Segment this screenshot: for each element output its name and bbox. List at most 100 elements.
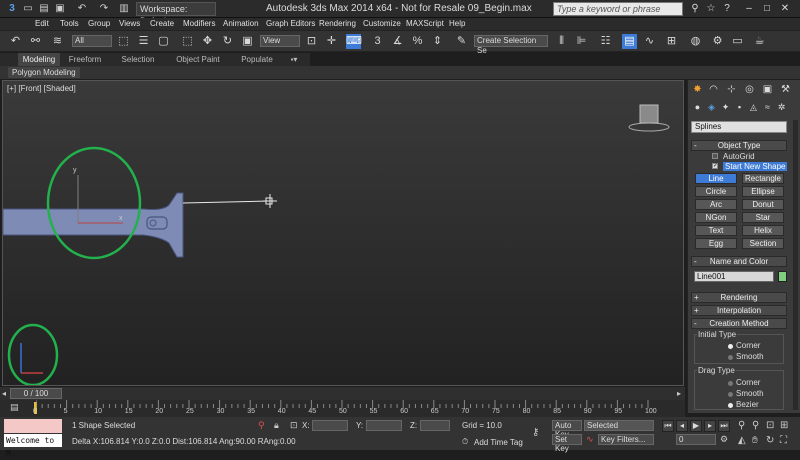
- menu-rendering[interactable]: Rendering: [319, 18, 356, 30]
- interpolation-rollout[interactable]: + Interpolation: [691, 305, 787, 316]
- helpers-icon[interactable]: ◬: [748, 102, 759, 113]
- zoom-extents-all-icon[interactable]: ⊞: [780, 420, 788, 431]
- line-button[interactable]: Line: [695, 173, 737, 184]
- graphite-tools-icon[interactable]: ▤: [622, 34, 637, 49]
- absolute-relative-toggle-icon[interactable]: ⊡: [290, 420, 298, 431]
- time-slider-next-icon[interactable]: ▸: [677, 389, 681, 398]
- previous-frame-icon[interactable]: ◂: [676, 420, 688, 432]
- create-tab-icon[interactable]: ✸: [691, 83, 704, 96]
- z-coordinate-field[interactable]: [420, 420, 450, 431]
- redo-icon[interactable]: ↷: [98, 3, 110, 15]
- command-panel-scrollbar[interactable]: [793, 120, 798, 410]
- track-bar[interactable]: ▤ 0 5 10 15 20 25 30 35 40 45 50 55 60 65 70 75 80 85 90 95…: [0, 400, 685, 417]
- menu-graph-editors[interactable]: Graph Editors: [266, 18, 315, 30]
- motion-tab-icon[interactable]: ◎: [743, 83, 756, 96]
- ellipse-button[interactable]: Ellipse: [742, 186, 784, 197]
- minimize-button[interactable]: –: [742, 2, 756, 15]
- key-filters-button[interactable]: Key Filters...: [598, 434, 654, 445]
- select-object-icon[interactable]: ⬚: [116, 34, 131, 49]
- close-button[interactable]: ✕: [778, 2, 792, 15]
- drag-corner-radio[interactable]: [728, 381, 733, 386]
- cameras-icon[interactable]: ▪: [734, 102, 745, 113]
- select-and-link-icon[interactable]: ⚯: [28, 34, 43, 49]
- set-key-button[interactable]: Set Key: [552, 434, 582, 453]
- time-slider-thumb[interactable]: 0 / 100: [10, 388, 62, 399]
- open-file-icon[interactable]: ▤: [38, 3, 50, 15]
- polygon-modeling-button[interactable]: Polygon Modeling: [8, 67, 80, 78]
- menu-maxscript[interactable]: MAXScript: [406, 18, 444, 30]
- menu-customize[interactable]: Customize: [363, 18, 401, 30]
- modify-tab-icon[interactable]: ◠: [707, 83, 720, 96]
- donut-button[interactable]: Donut: [742, 199, 784, 210]
- menu-views[interactable]: Views: [119, 18, 140, 30]
- mini-curve-editor-icon[interactable]: ▤: [10, 402, 19, 413]
- ribbon-options-icon[interactable]: ▪▾: [286, 53, 302, 66]
- initial-corner-radio[interactable]: [728, 344, 733, 349]
- save-file-icon[interactable]: ▣: [54, 3, 66, 15]
- star-button[interactable]: Star: [742, 212, 784, 223]
- play-icon[interactable]: ▶: [690, 420, 702, 432]
- text-button[interactable]: Text: [695, 225, 737, 236]
- menu-create[interactable]: Create: [150, 18, 174, 30]
- select-and-scale-icon[interactable]: ▣: [240, 34, 255, 49]
- selection-lock-icon[interactable]: 🔒︎: [274, 420, 279, 431]
- favorites-star-icon[interactable]: ☆: [704, 2, 718, 15]
- auto-key-button[interactable]: Auto Key: [552, 420, 582, 439]
- next-frame-icon[interactable]: ▸: [704, 420, 716, 432]
- geometry-icon[interactable]: ●: [692, 102, 703, 113]
- circle-button[interactable]: Circle: [695, 186, 737, 197]
- material-editor-icon[interactable]: ◍: [688, 34, 703, 49]
- maxscript-mini-listener-top[interactable]: [4, 419, 62, 433]
- spinner-snap-icon[interactable]: ⇕: [430, 34, 445, 49]
- current-frame-field[interactable]: 0: [676, 434, 716, 445]
- app-logo-icon[interactable]: 3: [6, 3, 18, 15]
- section-button[interactable]: Section: [742, 238, 784, 249]
- hierarchy-tab-icon[interactable]: ⊹: [725, 83, 738, 96]
- menu-edit[interactable]: Edit: [35, 18, 49, 30]
- helix-button[interactable]: Helix: [742, 225, 784, 236]
- menu-animation[interactable]: Animation: [223, 18, 259, 30]
- pan-view-icon[interactable]: ✋︎: [752, 435, 758, 446]
- keyboard-shortcut-override-icon[interactable]: ⌨: [346, 34, 362, 49]
- maxscript-mini-listener[interactable]: Welcome to M.: [4, 434, 62, 458]
- curve-editor-icon[interactable]: ∿: [642, 34, 657, 49]
- creation-method-rollout[interactable]: - Creation Method: [691, 318, 787, 329]
- menu-group[interactable]: Group: [88, 18, 110, 30]
- project-folder-icon[interactable]: ▥: [118, 3, 130, 15]
- maximize-viewport-icon[interactable]: ⛶: [780, 435, 787, 446]
- tab-modeling[interactable]: Modeling: [18, 53, 60, 66]
- x-coordinate-field[interactable]: [312, 420, 348, 431]
- start-new-shape-checkbox[interactable]: ✓: [712, 163, 718, 169]
- angle-snap-icon[interactable]: ∡: [390, 34, 405, 49]
- window-crossing-icon[interactable]: ⬚: [180, 34, 195, 49]
- select-and-move-icon[interactable]: ✥: [200, 34, 215, 49]
- workspace-dropdown[interactable]: Workspace: Default: [136, 2, 216, 26]
- menu-help[interactable]: Help: [449, 18, 465, 30]
- drag-bezier-radio[interactable]: [728, 403, 733, 408]
- mirror-icon[interactable]: ⫴: [554, 34, 569, 49]
- undo-icon[interactable]: ↶: [76, 3, 88, 15]
- schematic-view-icon[interactable]: ⊞: [664, 34, 679, 49]
- ngon-button[interactable]: NGon: [695, 212, 737, 223]
- manipulate-icon[interactable]: ✛: [324, 34, 339, 49]
- display-tab-icon[interactable]: ▣: [761, 83, 774, 96]
- rectangle-button[interactable]: Rectangle: [742, 173, 784, 184]
- menu-tools[interactable]: Tools: [60, 18, 79, 30]
- zoom-all-icon[interactable]: ⚲: [752, 420, 759, 431]
- rendered-frame-window-icon[interactable]: ▭: [730, 34, 745, 49]
- time-configuration-icon[interactable]: ⚙: [720, 434, 728, 445]
- add-time-tag-button[interactable]: Add Time Tag: [474, 438, 523, 447]
- lights-icon[interactable]: ✦: [720, 102, 731, 113]
- object-color-swatch[interactable]: [778, 271, 787, 282]
- front-viewport[interactable]: [+] [Front] [Shaded] y x: [2, 80, 684, 386]
- name-and-color-rollout[interactable]: - Name and Color: [691, 256, 787, 267]
- tab-selection[interactable]: Selection: [116, 53, 160, 66]
- egg-button[interactable]: Egg: [695, 238, 737, 249]
- pivot-center-icon[interactable]: ⊡: [304, 34, 319, 49]
- category-dropdown[interactable]: Splines: [691, 121, 787, 133]
- select-and-rotate-icon[interactable]: ↻: [220, 34, 235, 49]
- edit-named-selection-icon[interactable]: ✎: [454, 34, 469, 49]
- object-type-rollout[interactable]: - Object Type: [691, 140, 787, 151]
- field-of-view-icon[interactable]: ◭: [738, 435, 746, 446]
- set-key-icon[interactable]: ∿: [586, 434, 594, 445]
